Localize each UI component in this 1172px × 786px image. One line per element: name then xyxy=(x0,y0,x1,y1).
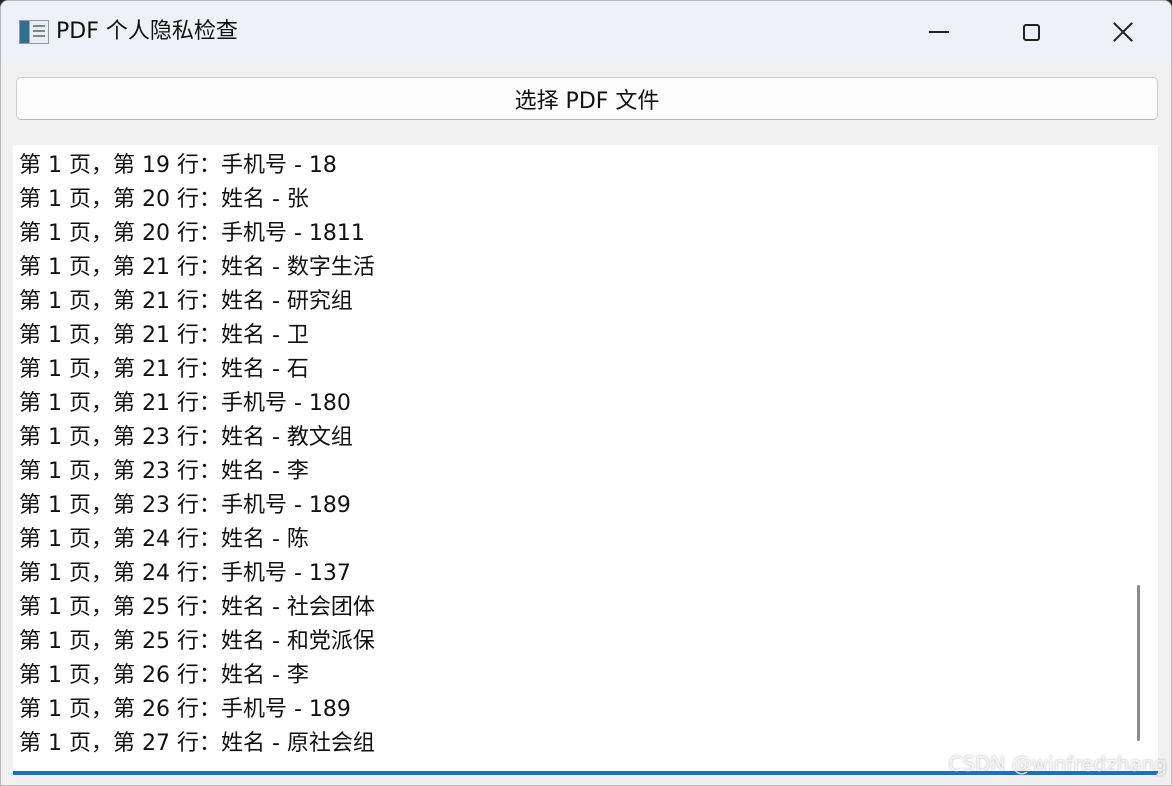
list-item[interactable]: 第 1 页，第 21 行：姓名 - 卫 xyxy=(19,319,375,353)
list-item[interactable]: 第 1 页，第 21 行：姓名 - 石 xyxy=(19,353,375,387)
list-item[interactable]: 第 1 页，第 25 行：姓名 - 和党派保 xyxy=(19,625,375,659)
list-item[interactable]: 第 1 页，第 23 行：手机号 - 189 xyxy=(19,489,375,523)
list-item[interactable]: 第 1 页，第 27 行：姓名 - 原社会组 xyxy=(19,727,375,761)
minimize-icon xyxy=(929,31,949,33)
list-item[interactable]: 第 1 页，第 24 行：手机号 - 137 xyxy=(19,557,375,591)
vertical-scrollbar[interactable] xyxy=(1128,151,1144,771)
close-icon xyxy=(1112,21,1134,43)
results-list: 第 1 页，第 19 行：手机号 - 18 第 1 页，第 20 行：姓名 - 张… xyxy=(19,149,375,761)
watermark-text: CSDN @winfredzhang xyxy=(948,752,1167,776)
list-item[interactable]: 第 1 页，第 25 行：姓名 - 社会团体 xyxy=(19,591,375,625)
list-item[interactable]: 第 1 页，第 21 行：姓名 - 数字生活 xyxy=(19,251,375,285)
scrollbar-thumb[interactable] xyxy=(1137,585,1140,741)
maximize-icon xyxy=(1022,23,1040,41)
list-item[interactable]: 第 1 页，第 19 行：手机号 - 18 xyxy=(19,149,375,183)
maximize-button[interactable] xyxy=(985,1,1077,63)
close-button[interactable] xyxy=(1077,1,1169,63)
window-title: PDF 个人隐私检查 xyxy=(56,19,238,44)
list-item[interactable]: 第 1 页，第 21 行：手机号 - 180 xyxy=(19,387,375,421)
list-item[interactable]: 第 1 页，第 23 行：姓名 - 李 xyxy=(19,455,375,489)
list-item[interactable]: 第 1 页，第 26 行：姓名 - 李 xyxy=(19,659,375,693)
list-item[interactable]: 第 1 页，第 26 行：手机号 - 189 xyxy=(19,693,375,727)
app-window-icon xyxy=(19,20,49,44)
minimize-button[interactable] xyxy=(893,1,985,63)
list-item[interactable]: 第 1 页，第 20 行：姓名 - 张 xyxy=(19,183,375,217)
title-bar[interactable]: PDF 个人隐私检查 xyxy=(1,1,1171,63)
list-item[interactable]: 第 1 页，第 21 行：姓名 - 研究组 xyxy=(19,285,375,319)
list-item[interactable]: 第 1 页，第 24 行：姓名 - 陈 xyxy=(19,523,375,557)
app-window: PDF 个人隐私检查 选择 PDF 文件 第 1 页，第 19 行：手机号 - … xyxy=(0,0,1172,786)
list-item[interactable]: 第 1 页，第 23 行：姓名 - 教文组 xyxy=(19,421,375,455)
list-item[interactable]: 第 1 页，第 20 行：手机号 - 1811 xyxy=(19,217,375,251)
select-pdf-button[interactable]: 选择 PDF 文件 xyxy=(16,77,1158,120)
results-list-panel[interactable]: 第 1 页，第 19 行：手机号 - 18 第 1 页，第 20 行：姓名 - 张… xyxy=(13,145,1158,775)
